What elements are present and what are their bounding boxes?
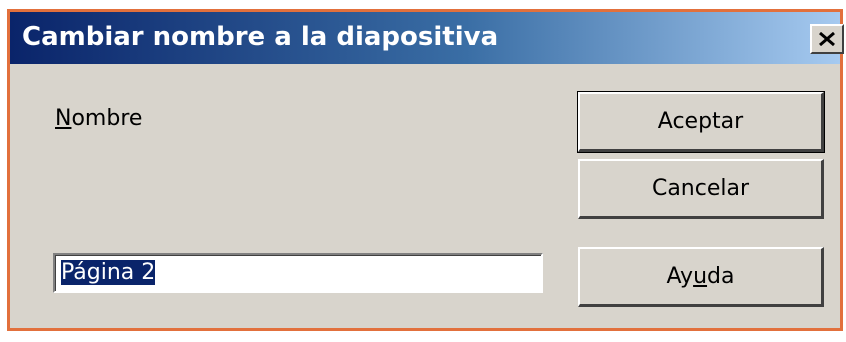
rename-slide-dialog: Cambiar nombre a la diapositiva Nombre A…	[7, 9, 844, 331]
ok-button[interactable]: Aceptar	[577, 91, 825, 153]
name-label-mnemonic: N	[55, 106, 72, 131]
help-label-part1: Ay	[666, 264, 694, 289]
dialog-title: Cambiar nombre a la diapositiva	[22, 22, 499, 52]
slide-name-value: Página 2	[61, 260, 156, 285]
help-label-part2: da	[707, 264, 735, 289]
name-label-text: ombre	[71, 106, 143, 131]
slide-name-input[interactable]: Página 2	[53, 253, 543, 293]
name-label: Nombre	[55, 106, 142, 131]
close-button[interactable]	[810, 24, 844, 54]
help-label-mnemonic: u	[693, 264, 708, 289]
cancel-button[interactable]: Cancelar	[578, 159, 824, 219]
close-icon	[819, 32, 835, 46]
help-button[interactable]: Ay u da	[578, 247, 824, 307]
title-bar[interactable]: Cambiar nombre a la diapositiva	[10, 12, 844, 64]
